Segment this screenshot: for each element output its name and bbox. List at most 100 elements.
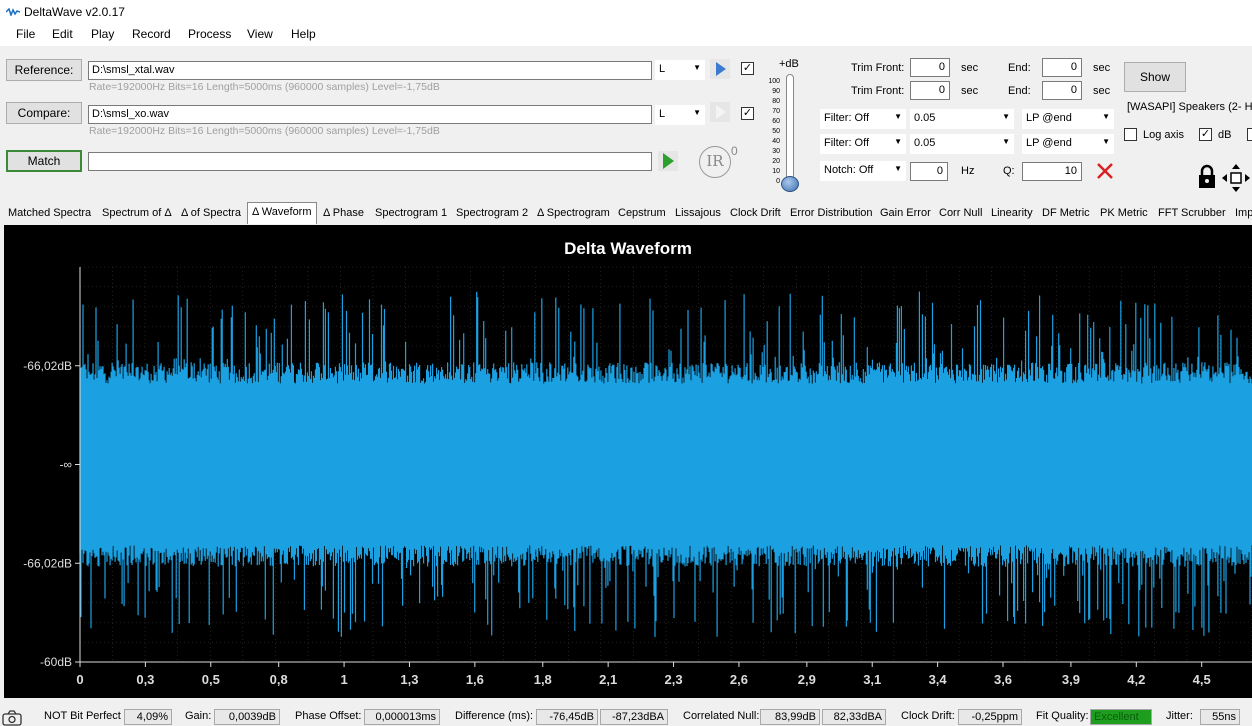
filter-mode-value: Filter: Off	[824, 137, 870, 149]
reference-enable-checkbox[interactable]: ✓	[741, 62, 754, 75]
notch-q-label: Q:	[1003, 165, 1015, 177]
filter-lp-select-1[interactable]: LP @end ▼	[1022, 109, 1114, 129]
tab-cepstrum[interactable]: Cepstrum	[614, 204, 670, 224]
volume-label: +dB	[779, 58, 799, 70]
window-title: DeltaWave v2.0.17	[24, 5, 125, 19]
compare-info: Rate=192000Hz Bits=16 Length=5000ms (960…	[89, 125, 440, 137]
trim-end-input-2[interactable]: 0	[1042, 81, 1082, 100]
filter-lp-select-2[interactable]: LP @end ▼	[1022, 134, 1114, 154]
tab-fft-scrubber[interactable]: FFT Scrubber	[1154, 204, 1230, 224]
compare-channel-value: L	[659, 108, 666, 120]
tab-corr-null[interactable]: Corr Null	[935, 204, 986, 224]
tab-delta-waveform[interactable]: Δ Waveform	[247, 202, 317, 224]
compare-channel-select[interactable]: L ▼	[655, 105, 705, 125]
filter-mode-select-1[interactable]: Filter: Off ▼	[820, 109, 906, 129]
ir-label: IR	[706, 152, 724, 170]
notch-frequency-input[interactable]: 0	[910, 162, 948, 181]
menu-file[interactable]: File	[14, 27, 37, 41]
tab-error-distribution[interactable]: Error Distribution	[786, 204, 877, 224]
match-button[interactable]: Match	[6, 150, 82, 172]
log-axis-checkbox[interactable]	[1124, 128, 1137, 141]
clear-filters-icon[interactable]	[1095, 161, 1115, 181]
trim-front-label: Trim Front:	[851, 62, 905, 74]
difference-dba-value: -87,23dBA	[600, 709, 668, 725]
chevron-down-icon: ▼	[894, 164, 902, 173]
tab-delta-of-spectra[interactable]: Δ of Spectra	[177, 204, 245, 224]
reference-button[interactable]: Reference:	[6, 59, 82, 81]
trim-front-input-2[interactable]: 0	[910, 81, 950, 100]
menu-view[interactable]: View	[245, 27, 275, 41]
filter-mode-select-2[interactable]: Filter: Off ▼	[820, 134, 906, 154]
menu-edit[interactable]: Edit	[50, 27, 75, 41]
title-bar: DeltaWave v2.0.17	[0, 0, 1252, 24]
trim-end-label-2: End:	[1008, 85, 1031, 97]
tab-spectrogram-2[interactable]: Spectrogram 2	[452, 204, 532, 224]
tab-gain-error[interactable]: Gain Error	[876, 204, 935, 224]
filter-value: 0.05	[914, 137, 936, 149]
chevron-down-icon: ▼	[894, 137, 902, 146]
tab-impulse[interactable]: Imp	[1231, 204, 1252, 224]
x-tick-label: 1,3	[400, 672, 418, 687]
lock-icon[interactable]	[1196, 164, 1218, 190]
menu-play[interactable]: Play	[89, 27, 116, 41]
tab-delta-phase[interactable]: Δ Phase	[319, 204, 368, 224]
play-reference-icon[interactable]	[710, 59, 730, 79]
gain-label: Gain:	[185, 710, 212, 722]
correlated-null-label: Correlated Null:	[683, 710, 760, 722]
gain-value: 0,0039dB	[214, 709, 280, 725]
volume-slider-thumb[interactable]	[781, 176, 799, 192]
filter-lp-value: LP @end	[1026, 137, 1072, 149]
compare-button[interactable]: Compare:	[6, 102, 82, 124]
volume-tick: 80	[772, 98, 780, 105]
db-checkbox[interactable]: ✓	[1199, 128, 1212, 141]
fit-quality-label: Fit Quality:	[1036, 710, 1089, 722]
correlated-null-dba-value: 82,33dBA	[822, 709, 886, 725]
trim-end-input[interactable]: 0	[1042, 58, 1082, 77]
filter-value-select-2[interactable]: 0.05 ▼	[910, 134, 1014, 154]
chevron-down-icon: ▼	[894, 112, 902, 121]
x-tick-label: 0,8	[270, 672, 288, 687]
filter-value-select-1[interactable]: 0.05 ▼	[910, 109, 1014, 129]
ir-button[interactable]: IR	[699, 146, 731, 178]
volume-tick: 20	[772, 158, 780, 165]
show-button[interactable]: Show	[1124, 62, 1186, 92]
menu-help[interactable]: Help	[289, 27, 318, 41]
play-compare-icon[interactable]	[710, 102, 730, 122]
reference-path-field[interactable]: D:\smsl_xtal.wav	[88, 61, 652, 80]
tab-lissajous[interactable]: Lissajous	[671, 204, 725, 224]
notch-q-input[interactable]: 10	[1022, 162, 1082, 181]
waveform-plot[interactable]: -66,02dB -∞ -66,02dB -60dB 0 0,3 0,5 0,8 1 1,3 1,6…	[4, 225, 1252, 698]
output-device[interactable]: [WASAPI] Speakers (2- Hi	[1127, 101, 1252, 113]
camera-icon[interactable]	[2, 710, 22, 726]
tab-delta-spectrogram[interactable]: Δ Spectrogram	[533, 204, 614, 224]
tab-matched-spectra[interactable]: Matched Spectra	[4, 204, 95, 224]
menu-record[interactable]: Record	[130, 27, 173, 41]
tab-spectrogram-1[interactable]: Spectrogram 1	[371, 204, 451, 224]
trim-front-unit: sec	[961, 62, 979, 74]
reference-channel-select[interactable]: L ▼	[655, 60, 705, 80]
compare-path-field[interactable]: D:\smsl_xo.wav	[88, 105, 652, 124]
play-match-icon[interactable]	[658, 151, 678, 171]
y-tick-label: -66,02dB	[23, 359, 72, 373]
tab-spectrum-of-delta[interactable]: Spectrum of Δ	[98, 204, 176, 224]
delta-waveform-chart[interactable]: Delta Waveform -66,02dB -∞ -66,02dB -60dB 0 0…	[4, 225, 1252, 698]
difference-db-value: -76,45dB	[536, 709, 598, 725]
tab-clock-drift[interactable]: Clock Drift	[726, 204, 785, 224]
volume-tick: 10	[772, 168, 780, 175]
trim-front-input[interactable]: 0	[910, 58, 950, 77]
log-axis-label: Log axis	[1143, 129, 1184, 141]
menu-process[interactable]: Process	[186, 27, 233, 41]
tab-pk-metric[interactable]: PK Metric	[1096, 204, 1152, 224]
volume-slider-track[interactable]	[786, 74, 794, 184]
compare-enable-checkbox[interactable]: ✓	[741, 107, 754, 120]
move-icon[interactable]	[1222, 164, 1250, 192]
volume-tick: 60	[772, 118, 780, 125]
tab-linearity[interactable]: Linearity	[987, 204, 1037, 224]
x-tick-label: 0	[76, 672, 83, 687]
difference-label: Difference (ms):	[455, 710, 534, 722]
notch-mode-select[interactable]: Notch: Off ▼	[820, 161, 906, 181]
y-tick-label: -66,02dB	[23, 556, 72, 570]
match-progress-field	[88, 152, 652, 171]
tab-df-metric[interactable]: DF Metric	[1038, 204, 1094, 224]
extra-checkbox[interactable]	[1247, 128, 1252, 141]
